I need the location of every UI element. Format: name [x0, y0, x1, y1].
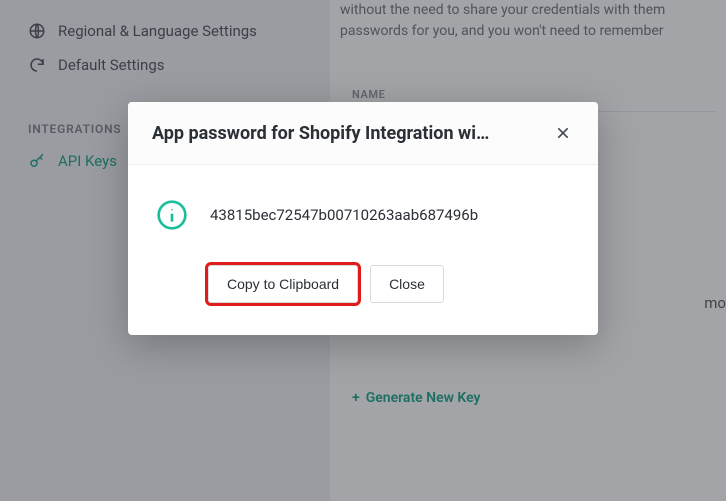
info-icon — [156, 199, 188, 231]
copy-to-clipboard-button[interactable]: Copy to Clipboard — [208, 265, 358, 303]
app-password-value: 43815bec72547b00710263aab687496b — [210, 206, 478, 224]
modal-header: App password for Shopify Integration wi… — [128, 102, 598, 165]
app-password-modal: App password for Shopify Integration wi…… — [128, 102, 598, 335]
close-button[interactable]: Close — [370, 265, 444, 303]
modal-overlay: App password for Shopify Integration wi…… — [0, 0, 726, 501]
modal-footer: Copy to Clipboard Close — [128, 237, 598, 335]
modal-title: App password for Shopify Integration wi… — [152, 123, 542, 144]
modal-body: 43815bec72547b00710263aab687496b — [128, 165, 598, 237]
close-icon[interactable] — [552, 122, 574, 144]
